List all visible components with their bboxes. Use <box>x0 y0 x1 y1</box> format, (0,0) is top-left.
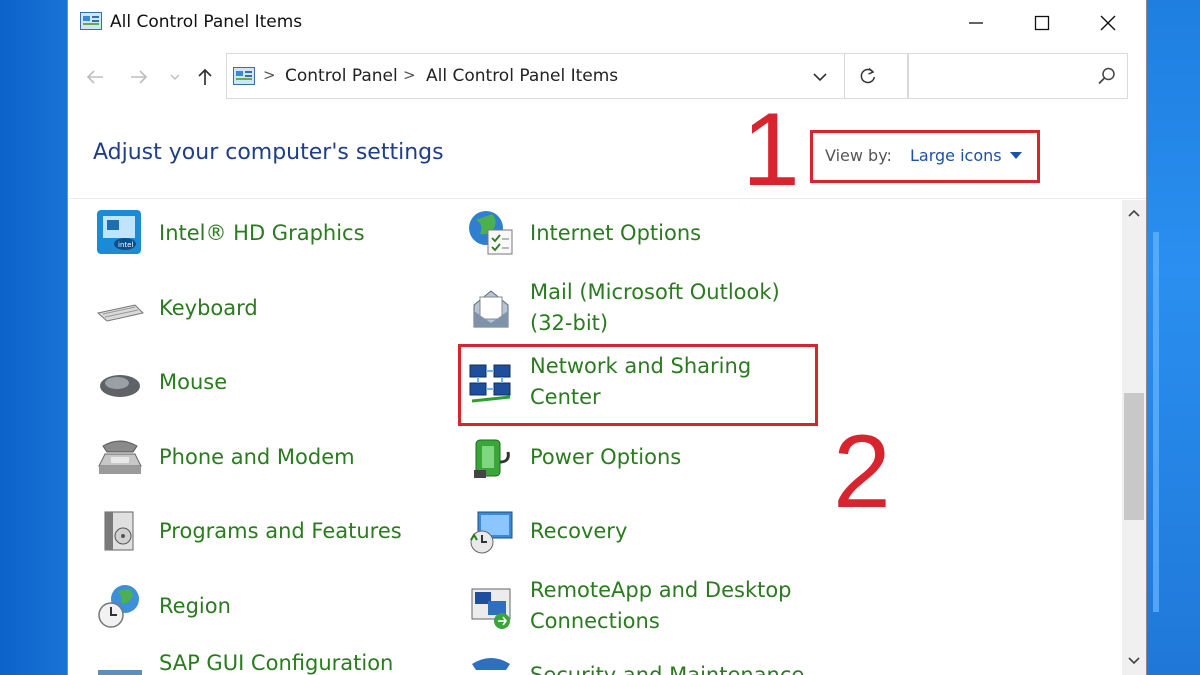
item-sap-gui-configuration[interactable]: SAP GUI Configuration <box>95 650 393 675</box>
annotation-number-1: 1 <box>742 92 800 208</box>
item-intel-hd-graphics[interactable]: intel Intel® HD Graphics <box>95 208 365 258</box>
item-phone-and-modem[interactable]: Phone and Modem <box>95 432 355 482</box>
page-title: Adjust your computer's settings <box>93 140 444 165</box>
maximize-button[interactable] <box>1009 0 1075 46</box>
refresh-icon <box>860 67 875 84</box>
remoteapp-icon <box>471 588 511 629</box>
address-bar[interactable]: > Control Panel > All Control Panel Item… <box>226 53 908 99</box>
item-remoteapp-and-desktop-connections[interactable]: RemoteApp and Desktop Connections <box>466 575 810 637</box>
control-panel-window: All Control Panel Items > Control Panel <box>67 0 1147 675</box>
item-internet-options[interactable]: Internet Options <box>466 208 701 258</box>
intel-graphics-icon: intel <box>97 210 141 254</box>
desktop-background <box>1145 0 1200 675</box>
annotation-number-2: 2 <box>833 414 891 530</box>
item-programs-and-features[interactable]: Programs and Features <box>95 506 402 556</box>
chevron-down-icon <box>813 73 827 82</box>
item-network-and-sharing-center[interactable]: Network and Sharing Center <box>466 351 790 413</box>
network-icon <box>469 364 511 403</box>
maximize-icon <box>1034 15 1050 31</box>
vertical-scrollbar[interactable] <box>1122 200 1146 675</box>
phone-icon <box>98 440 142 474</box>
item-region[interactable]: Region <box>95 581 231 631</box>
security-icon <box>472 658 510 670</box>
item-keyboard[interactable]: Keyboard <box>95 283 258 333</box>
chevron-down-icon <box>170 74 180 80</box>
chevron-up-icon <box>1128 209 1140 217</box>
power-icon <box>474 439 510 478</box>
forward-button[interactable] <box>124 64 154 90</box>
minimize-icon <box>969 22 983 24</box>
control-panel-icon <box>233 67 255 85</box>
scroll-up-button[interactable] <box>1127 206 1141 220</box>
search-box[interactable] <box>908 53 1128 99</box>
breadcrumb-control-panel[interactable]: Control Panel <box>285 66 398 86</box>
arrow-right-icon <box>131 70 148 84</box>
item-label: Internet Options <box>530 220 702 245</box>
arrow-left-icon <box>86 70 103 84</box>
scrollbar-thumb[interactable] <box>1124 393 1144 520</box>
breadcrumb-all-items[interactable]: All Control Panel Items <box>426 66 618 86</box>
programs-icon <box>104 511 134 551</box>
item-security-and-maintenance[interactable]: Security and Maintenance <box>466 650 804 675</box>
recovery-icon <box>470 511 513 554</box>
item-label: Security and Maintenance <box>530 663 805 675</box>
close-icon <box>1100 15 1116 31</box>
internet-options-icon <box>469 211 513 255</box>
back-button[interactable] <box>80 64 110 90</box>
item-label: Keyboard <box>159 295 258 320</box>
annotation-box-view-by <box>810 130 1040 183</box>
item-mail[interactable]: Mail (Microsoft Outlook) (32-bit) <box>466 277 800 339</box>
title-bar: All Control Panel Items <box>68 0 1146 46</box>
chevron-down-icon <box>1128 657 1140 665</box>
keyboard-icon <box>96 304 144 322</box>
item-label: SAP GUI Configuration <box>159 651 394 675</box>
control-panel-icon <box>80 12 102 30</box>
close-button[interactable] <box>1075 0 1141 46</box>
refresh-button[interactable] <box>844 53 890 99</box>
address-dropdown-button[interactable] <box>805 64 835 90</box>
item-label: Region <box>159 593 231 618</box>
breadcrumb-separator: > <box>263 66 276 84</box>
header-divider <box>68 198 1146 199</box>
item-recovery[interactable]: Recovery <box>466 506 627 556</box>
svg-text:intel: intel <box>118 241 133 249</box>
search-icon <box>1098 67 1115 85</box>
item-mouse[interactable]: Mouse <box>95 357 227 407</box>
item-label: Mouse <box>159 369 228 394</box>
window-title: All Control Panel Items <box>110 12 303 32</box>
item-label: Network and Sharing Center <box>530 354 752 409</box>
recent-locations-button[interactable] <box>164 64 186 90</box>
arrow-up-icon <box>198 68 212 85</box>
region-icon <box>98 585 139 628</box>
item-label: Recovery <box>530 518 628 543</box>
item-power-options[interactable]: Power Options <box>466 432 681 482</box>
minimize-button[interactable] <box>943 0 1009 46</box>
mouse-icon <box>100 375 140 397</box>
item-label: Power Options <box>530 444 682 469</box>
up-button[interactable] <box>190 64 220 90</box>
item-label: Intel® HD Graphics <box>159 220 365 245</box>
sap-icon <box>98 670 142 675</box>
mail-icon <box>473 290 509 328</box>
scroll-down-button[interactable] <box>1127 654 1141 668</box>
item-label: RemoteApp and Desktop Connections <box>530 578 792 633</box>
item-label: Phone and Modem <box>159 444 355 469</box>
breadcrumb-separator: > <box>403 66 416 84</box>
item-label: Mail (Microsoft Outlook) (32-bit) <box>530 280 780 335</box>
item-label: Programs and Features <box>159 518 402 543</box>
